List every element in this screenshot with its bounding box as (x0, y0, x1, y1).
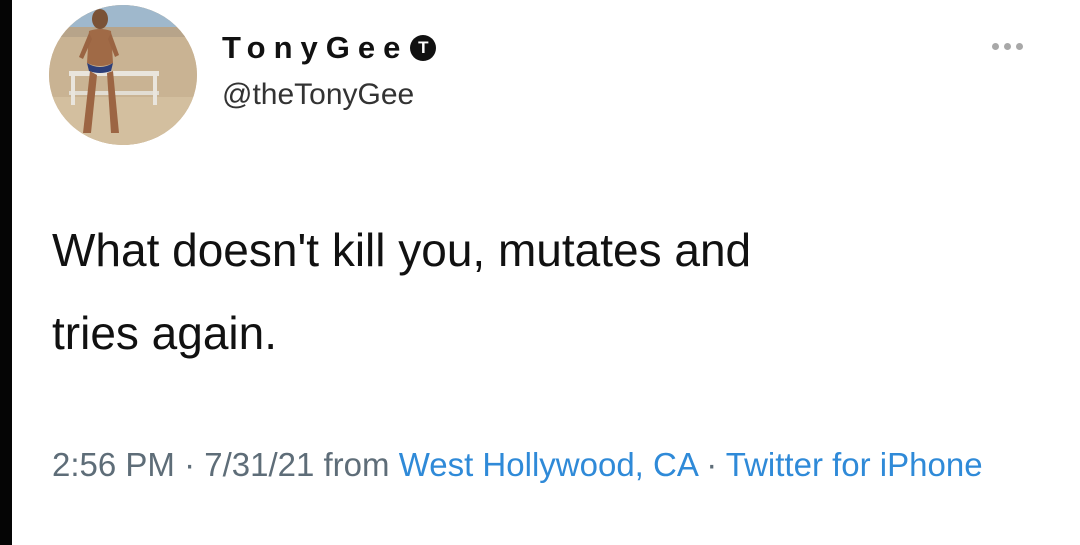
tweet-text-line-2: tries again. (52, 307, 278, 359)
source-link[interactable]: Twitter for iPhone (726, 446, 983, 483)
tweet-time[interactable]: 2:56 PM (52, 446, 175, 483)
tweet-metadata: 2:56 PM · 7/31/21 from West Hollywood, C… (52, 440, 1052, 490)
more-horizontal-icon-dot (1016, 42, 1023, 50)
meta-separator: · (174, 446, 205, 483)
location-link[interactable]: West Hollywood, CA (399, 446, 697, 483)
user-handle[interactable]: @theTonyGee (222, 77, 414, 113)
meta-from-label: from (314, 446, 399, 483)
tweet-date[interactable]: 7/31/21 (204, 446, 314, 483)
author-name-row[interactable]: TonyGee T (222, 30, 437, 66)
display-name[interactable]: TonyGee (222, 30, 408, 66)
avatar-photo (49, 5, 197, 145)
more-horizontal-icon-dot (992, 42, 999, 50)
tweet-text-line-1: What doesn't kill you, mutates and (52, 224, 752, 276)
more-options-button[interactable] (992, 38, 1023, 54)
avatar[interactable] (49, 5, 197, 145)
tweet-text: What doesn't kill you, mutates and tries … (52, 209, 1012, 375)
tweet-card: TonyGee T @theTonyGee What doesn't kill … (0, 0, 1080, 545)
more-horizontal-icon-dot (1004, 42, 1011, 50)
meta-separator: · (697, 446, 726, 483)
left-edge-divider (0, 0, 12, 545)
name-badge-icon: T (410, 35, 437, 61)
